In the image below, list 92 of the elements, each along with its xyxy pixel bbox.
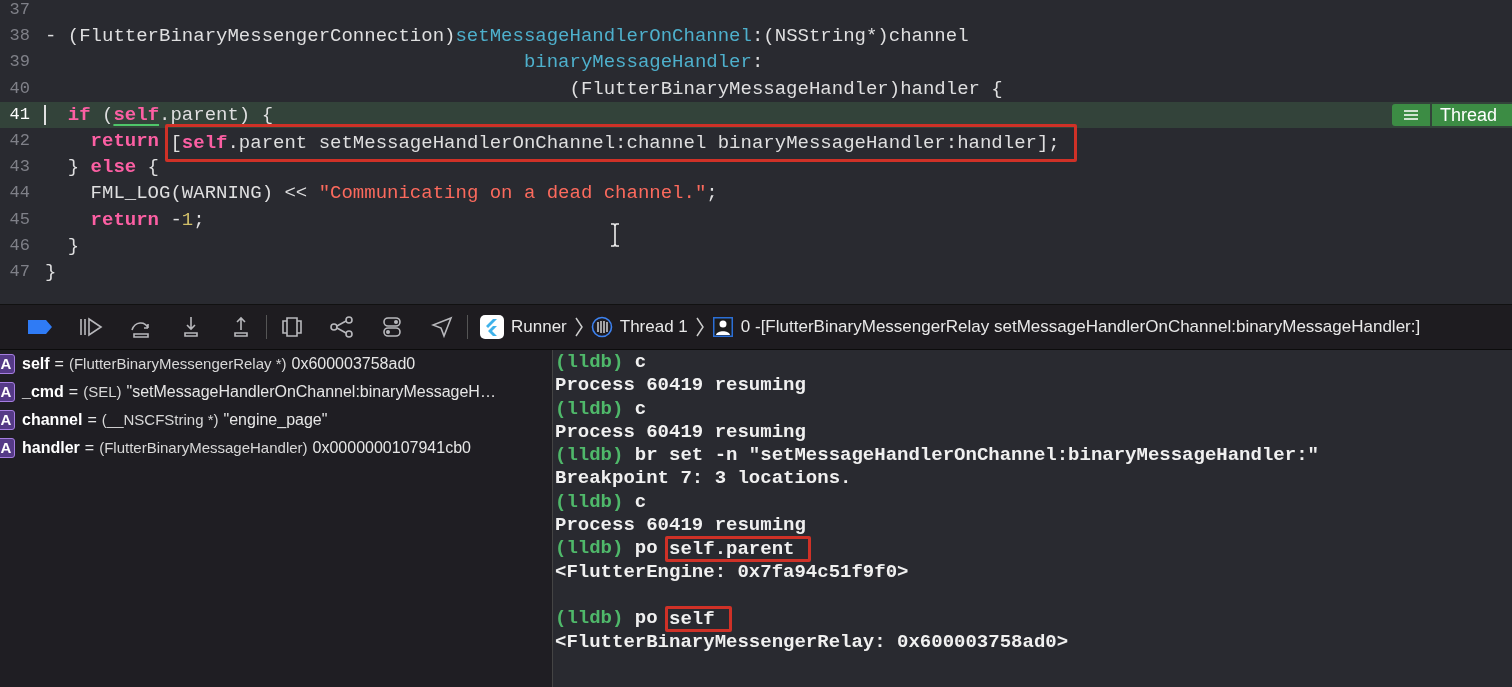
code-text: :(NSString*)channel bbox=[751, 25, 969, 48]
code-text: "Communicating on a dead channel." bbox=[318, 182, 707, 205]
line-number: 47 bbox=[8, 260, 30, 283]
type-badge: A bbox=[0, 354, 15, 374]
variable-type: (SEL) bbox=[83, 381, 122, 402]
variable-value: 0x600003758ad0 bbox=[291, 354, 416, 374]
code-text: (lldb) bbox=[555, 351, 624, 373]
line-number: 41 bbox=[8, 103, 30, 126]
code-text: } bbox=[45, 260, 57, 283]
code-text: } bbox=[66, 234, 80, 257]
location-icon[interactable] bbox=[429, 314, 455, 340]
line-number: 44 bbox=[8, 182, 30, 205]
code-text: : bbox=[751, 51, 764, 74]
code-text: Process 60419 resuming bbox=[555, 420, 806, 443]
code-text: .parent setMessageHandlerOnChannel:channel binaryMessageHandler:handler]; bbox=[227, 131, 1060, 154]
code-text: ; bbox=[193, 208, 205, 231]
equals-sign: = bbox=[87, 410, 97, 430]
code-text: c bbox=[633, 351, 647, 373]
code-text: return bbox=[89, 129, 161, 152]
text-cursor-icon bbox=[609, 222, 621, 248]
code-text: (lldb) bbox=[555, 607, 624, 630]
code-text: br set -n "setMessageHandlerOnChannel:binaryMessageHandler:" bbox=[633, 444, 1319, 467]
thread-icon bbox=[590, 316, 613, 338]
code-text: - (FlutterBinaryMessengerConnection) bbox=[45, 25, 456, 48]
code-text: FML_LOG(WARNING) << bbox=[89, 182, 309, 205]
breadcrumb-item[interactable]: Thread 1 bbox=[619, 314, 688, 340]
code-text: (FlutterBinaryMessageHandler)handler { bbox=[568, 77, 1003, 100]
line-number: 43 bbox=[8, 156, 30, 179]
code-text: if bbox=[66, 103, 91, 126]
equals-sign: = bbox=[54, 354, 64, 374]
code-text: <FlutterEngine: 0x7fa94c51f9f0> bbox=[555, 560, 909, 583]
line-number: 42 bbox=[8, 129, 30, 152]
line-number: 45 bbox=[8, 208, 30, 231]
code-text: 1 bbox=[181, 208, 194, 231]
line-number: 40 bbox=[8, 77, 30, 100]
type-badge: A bbox=[0, 382, 15, 402]
variable-type: (FlutterBinaryMessageHandler) bbox=[99, 437, 308, 458]
breadcrumb-item[interactable]: 0 -[FlutterBinaryMessengerRelay setMessageHandlerOnChannel:binaryMessageHandler:] bbox=[740, 314, 1421, 340]
menu-icon[interactable] bbox=[1392, 103, 1430, 126]
app-icon bbox=[480, 315, 504, 339]
code-text: po bbox=[633, 607, 659, 630]
variable-type: (__NSCFString *) bbox=[101, 409, 219, 430]
chevron-icon bbox=[695, 317, 704, 337]
view-hierarchy-icon[interactable] bbox=[279, 314, 305, 340]
code-text: self.parent bbox=[669, 538, 795, 561]
breadcrumb-item[interactable]: Runner bbox=[511, 314, 567, 340]
thread-badge: Thread bbox=[1432, 103, 1512, 126]
line-number: 46 bbox=[8, 234, 30, 257]
code-text: [ bbox=[170, 131, 182, 154]
code-text: else bbox=[90, 156, 137, 179]
code-text: <FlutterBinaryMessengerRelay: 0x600003758ad0> bbox=[555, 630, 1069, 653]
variable-name: _cmd bbox=[22, 382, 64, 402]
code-text: Process 60419 resuming bbox=[555, 374, 806, 397]
code-text: return bbox=[89, 208, 160, 231]
variable-type: (FlutterBinaryMessengerRelay *) bbox=[68, 353, 287, 374]
code-text: Breakpoint 7: 3 locations. bbox=[555, 467, 852, 490]
equals-sign: = bbox=[68, 382, 79, 402]
type-badge: A bbox=[0, 438, 15, 458]
code-text: ( bbox=[101, 103, 114, 126]
code-text: .parent) { bbox=[159, 103, 274, 126]
code-text: { bbox=[146, 156, 160, 179]
text-caret bbox=[44, 104, 46, 125]
code-text: po bbox=[633, 537, 659, 560]
line-number: 37 bbox=[8, 0, 30, 21]
variable-value: "engine_page" bbox=[223, 410, 328, 430]
code-text: (lldb) bbox=[555, 444, 624, 467]
code-text: c bbox=[633, 490, 647, 513]
code-text: binaryMessageHandler bbox=[522, 51, 752, 74]
code-text: c bbox=[633, 397, 647, 420]
code-text: (lldb) bbox=[555, 537, 624, 560]
code-text: ; bbox=[706, 182, 718, 205]
code-text: Process 60419 resuming bbox=[555, 514, 806, 537]
variable-value: 0x0000000107941cb0 bbox=[312, 438, 471, 458]
variable-name: handler bbox=[22, 438, 80, 458]
equals-sign: = bbox=[84, 438, 95, 458]
line-number: 38 bbox=[8, 25, 30, 48]
code-text: self bbox=[113, 103, 160, 126]
type-badge: A bbox=[0, 410, 15, 430]
code-text: (lldb) bbox=[555, 490, 624, 513]
graph-icon[interactable] bbox=[329, 314, 355, 340]
chevron-icon bbox=[574, 317, 583, 337]
code-text: self bbox=[669, 608, 715, 631]
code-text: - bbox=[169, 208, 182, 231]
code-text: self bbox=[181, 131, 228, 154]
line-number: 39 bbox=[8, 51, 30, 74]
frame-icon bbox=[711, 316, 734, 338]
code-text: (lldb) bbox=[555, 397, 624, 420]
code-text: } bbox=[66, 156, 81, 179]
variable-value: "setMessageHandlerOnChannel:binaryMessageH… bbox=[126, 382, 496, 402]
variable-name: channel bbox=[22, 410, 83, 430]
code-text: setMessageHandlerOnChannel bbox=[455, 25, 752, 48]
variable-name: self bbox=[22, 354, 50, 374]
